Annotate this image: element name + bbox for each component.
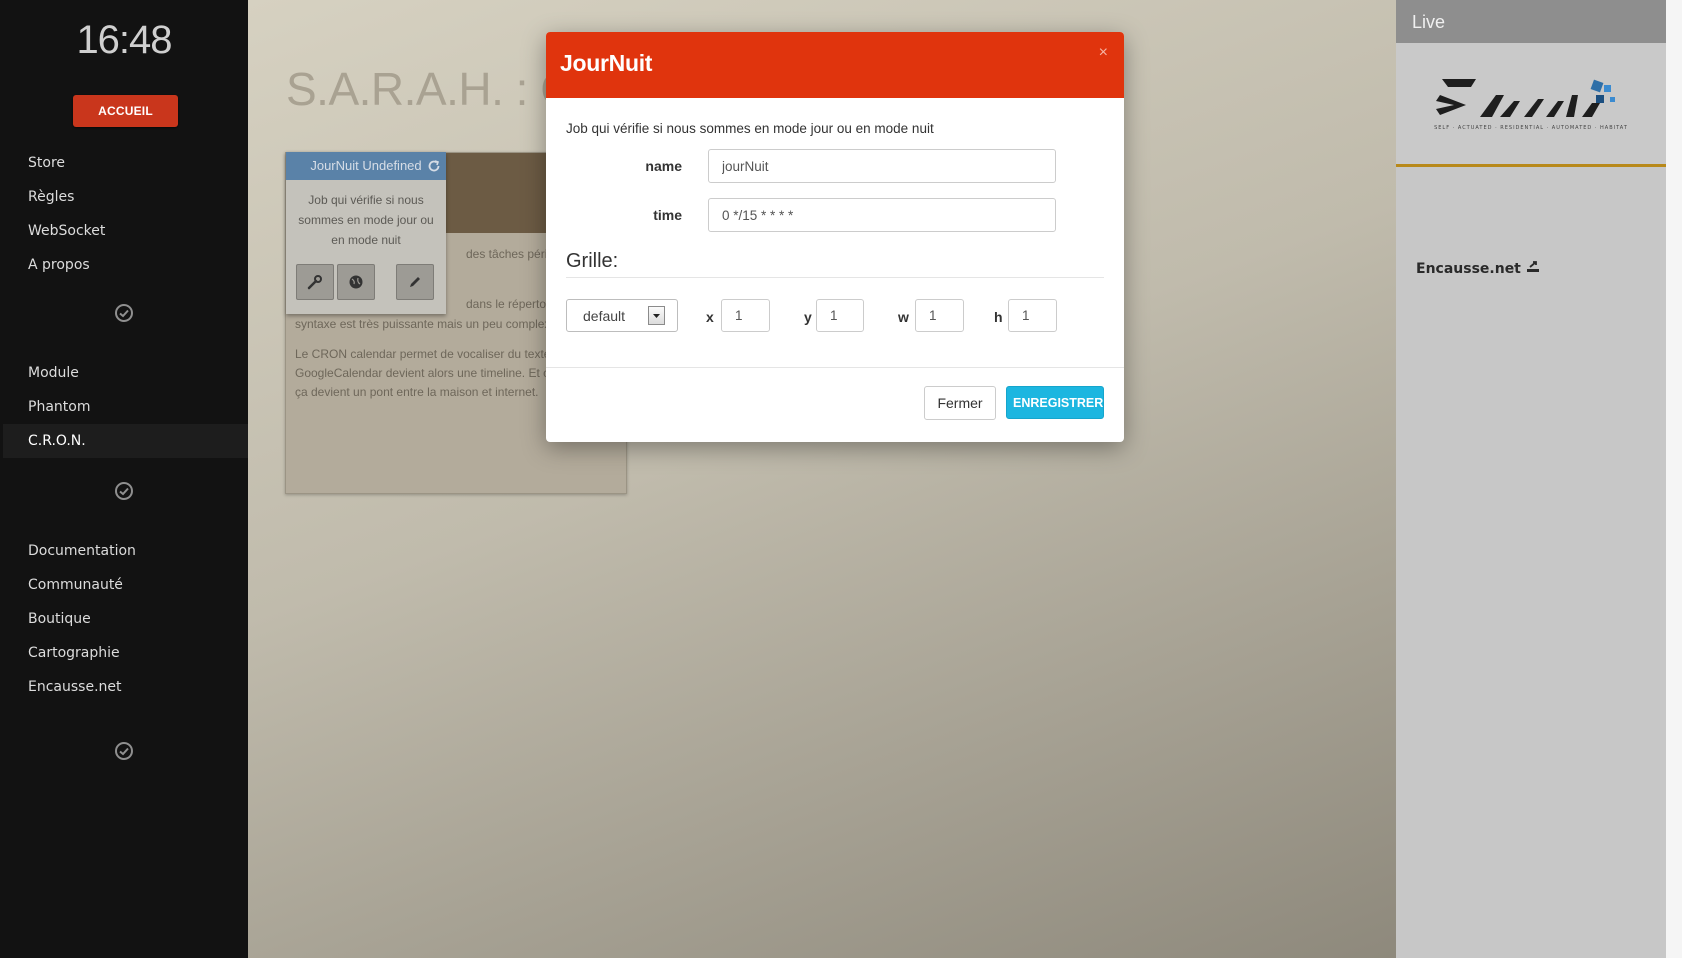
sidebar-item-websocket[interactable]: WebSocket <box>3 214 248 248</box>
sidebar-item-documentation[interactable]: Documentation <box>3 534 248 568</box>
time-label: time <box>653 207 682 223</box>
sidebar-item-cron[interactable]: C.R.O.N. <box>3 424 248 458</box>
sidebar-item-regles[interactable]: Règles <box>3 180 248 214</box>
edit-button[interactable] <box>396 264 434 300</box>
w-label: w <box>898 309 909 325</box>
check-circle-icon[interactable] <box>114 303 134 323</box>
close-icon[interactable]: × <box>1097 42 1110 64</box>
external-link-icon <box>1526 261 1539 272</box>
name-input[interactable] <box>708 149 1056 183</box>
modal-header: JourNuit × <box>546 32 1124 98</box>
sidebar-item-phantom[interactable]: Phantom <box>3 390 248 424</box>
sidebar-item-cartographie[interactable]: Cartographie <box>3 636 248 670</box>
y-label: y <box>804 309 812 325</box>
grid-select[interactable]: default <box>566 299 678 332</box>
sidebar-item-boutique[interactable]: Boutique <box>3 602 248 636</box>
job-modal: JourNuit × Job qui vérifie si nous somme… <box>546 32 1124 442</box>
globe-icon <box>349 275 363 289</box>
modal-title: JourNuit <box>560 50 653 76</box>
x-label: x <box>706 309 714 325</box>
wrench-icon <box>307 275 322 290</box>
cron-tile[interactable]: JourNuit Undefined Job qui vérifie si no… <box>286 152 446 314</box>
live-header: Live <box>1396 0 1666 43</box>
y-input[interactable] <box>816 299 864 332</box>
grid-select-value: default <box>583 308 626 324</box>
save-button[interactable]: ENREGISTRER <box>1006 386 1104 419</box>
logo-tagline: SELF · ACTUATED · RESIDENTIAL · AUTOMATE… <box>1434 125 1628 131</box>
tile-header: JourNuit Undefined <box>286 152 446 180</box>
sarah-logo: SELF · ACTUATED · RESIDENTIAL · AUTOMATE… <box>1396 43 1666 167</box>
grid-divider <box>566 277 1104 278</box>
encausse-link-label: Encausse.net <box>1416 261 1521 277</box>
pencil-icon <box>410 277 420 287</box>
check-circle-icon[interactable] <box>114 741 134 761</box>
sidebar-item-apropos[interactable]: A propos <box>3 248 248 282</box>
sarah-logo-graphic: SELF · ACTUATED · RESIDENTIAL · AUTOMATE… <box>1434 79 1628 131</box>
check-circle-icon[interactable] <box>114 481 134 501</box>
footer-divider <box>546 367 1124 368</box>
close-button[interactable]: Fermer <box>924 386 996 420</box>
sidebar-item-encausse[interactable]: Encausse.net <box>3 670 248 704</box>
sidebar-item-module[interactable]: Module <box>3 356 248 390</box>
sidebar-item-communaute[interactable]: Communauté <box>3 568 248 602</box>
encausse-link[interactable]: Encausse.net <box>1416 260 1540 277</box>
sidebar-item-store[interactable]: Store <box>3 146 248 180</box>
settings-button[interactable] <box>296 264 334 300</box>
name-label: name <box>645 158 682 174</box>
sidebar: 16:48 ACCUEIL Store Règles WebSocket A p… <box>0 0 248 958</box>
tile-description: Job qui vérifie si nous sommes en mode j… <box>298 193 434 247</box>
h-input[interactable] <box>1008 299 1057 332</box>
right-panel: Live SELF · ACTUATED · RESIDENTIAL · AUT… <box>1396 0 1666 958</box>
scrollbar-track[interactable] <box>1666 0 1682 958</box>
clock: 16:48 <box>76 18 172 62</box>
h-label: h <box>994 309 1003 325</box>
x-input[interactable] <box>721 299 770 332</box>
modal-description: Job qui vérifie si nous sommes en mode j… <box>566 121 934 136</box>
refresh-icon[interactable] <box>427 159 441 173</box>
dropdown-triangle <box>653 314 660 318</box>
web-button[interactable] <box>337 264 375 300</box>
grid-title: Grille: <box>566 250 619 272</box>
tile-title: JourNuit Undefined <box>310 158 422 173</box>
home-button[interactable]: ACCUEIL <box>73 95 178 127</box>
w-input[interactable] <box>915 299 964 332</box>
time-input[interactable] <box>708 198 1056 232</box>
chevron-down-icon[interactable] <box>648 306 665 325</box>
